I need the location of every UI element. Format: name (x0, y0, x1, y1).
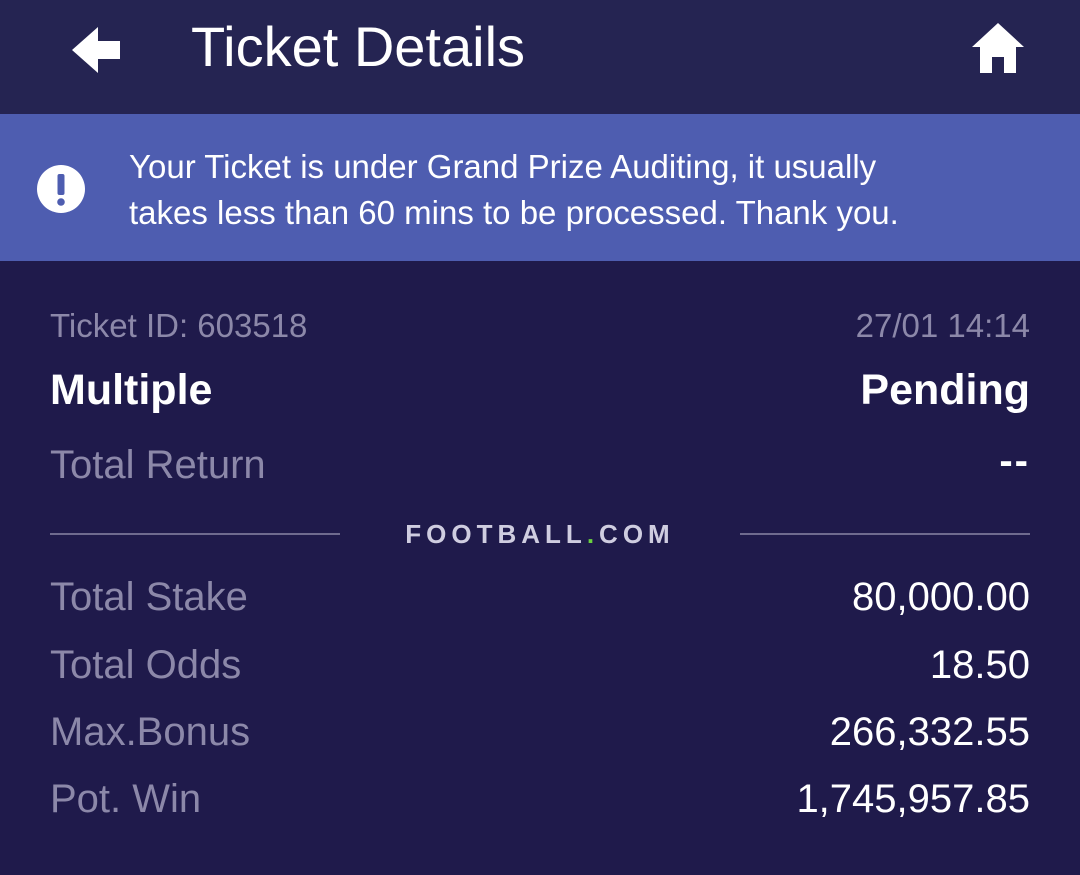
back-button[interactable] (56, 14, 136, 86)
max-bonus-label: Max.Bonus (50, 710, 251, 754)
ticket-datetime: 27/01 14:14 (855, 307, 1030, 344)
ticket-status: Pending (860, 366, 1030, 414)
potential-win-value: 1,745,957.85 (796, 777, 1030, 821)
notice-message: Your Ticket is under Grand Prize Auditin… (129, 144, 1049, 236)
ticket-meta-row: Ticket ID: 603518 27/01 14:14 (50, 304, 1030, 354)
arrow-left-icon (72, 27, 120, 73)
potential-win-row: Pot. Win 1,745,957.85 (50, 772, 1030, 822)
ticket-type: Multiple (50, 366, 213, 414)
notice-line-1: Your Ticket is under Grand Prize Auditin… (129, 148, 877, 185)
total-return-label: Total Return (50, 443, 266, 487)
total-odds-label: Total Odds (50, 643, 242, 687)
total-return-row: Total Return -- (50, 438, 1030, 488)
total-return-value: -- (999, 439, 1030, 483)
ticket-id: Ticket ID: 603518 (50, 307, 308, 344)
grand-prize-auditing-notice: Your Ticket is under Grand Prize Auditin… (0, 114, 1080, 261)
total-stake-row: Total Stake 80,000.00 (50, 570, 1030, 620)
alert-circle-icon (37, 165, 85, 213)
ticket-details-screen: Ticket Details Your Ticket is under Gran… (0, 0, 1080, 875)
notice-line-2: takes less than 60 mins to be processed.… (129, 194, 899, 231)
page-title: Ticket Details (191, 15, 526, 78)
total-odds-row: Total Odds 18.50 (50, 638, 1030, 688)
total-stake-value: 80,000.00 (852, 575, 1030, 619)
potential-win-label: Pot. Win (50, 777, 202, 821)
total-odds-value: 18.50 (929, 643, 1030, 687)
max-bonus-value: 266,332.55 (829, 710, 1030, 754)
football-com-logo: FOOTBALL.COM (405, 519, 675, 549)
divider-right (740, 533, 1030, 535)
max-bonus-row: Max.Bonus 266,332.55 (50, 705, 1030, 755)
home-icon (972, 23, 1024, 73)
total-stake-label: Total Stake (50, 575, 248, 619)
divider-left (50, 533, 340, 535)
ticket-type-row: Multiple Pending (50, 362, 1030, 414)
home-button[interactable] (958, 12, 1038, 84)
top-app-bar: Ticket Details (0, 0, 1080, 114)
